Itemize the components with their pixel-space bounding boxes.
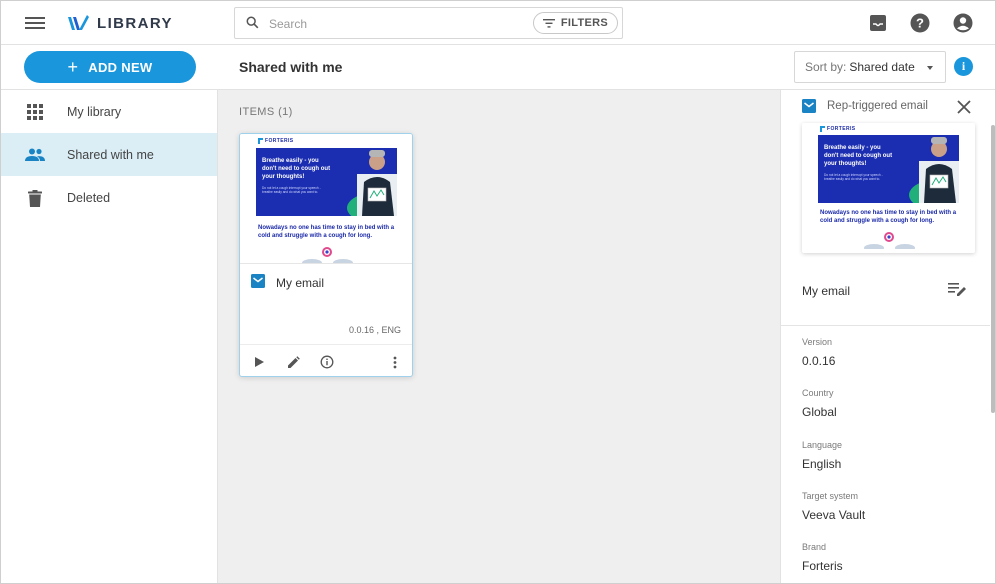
panel-divider [781, 325, 990, 326]
property-label: Language [802, 440, 843, 450]
property-label: Target system [802, 491, 859, 501]
email-headline: Breathe easily - you don't need to cough… [824, 145, 893, 167]
property-version: Version 0.0.16 [802, 337, 835, 368]
items-count: ITEMS (1) [239, 106, 293, 118]
property-label: Brand [802, 542, 827, 552]
plus-icon: + [67, 57, 79, 77]
panel-title: Rep-triggered email [827, 100, 928, 112]
sidebar-item-label: Deleted [67, 190, 111, 205]
details-panel: Rep-triggered email FORTERIS Breathe eas… [780, 90, 995, 583]
email-type-icon [802, 99, 816, 113]
app-logo[interactable]: LIBRARY [67, 10, 173, 36]
card-actions [240, 344, 412, 376]
property-brand: Brand Forteris [802, 542, 843, 573]
sub-toolbar: + ADD NEW Shared with me Sort by: Shared… [1, 45, 995, 90]
property-value: Global [802, 405, 837, 419]
sidebar-item-shared-with-me[interactable]: Shared with me [1, 133, 217, 176]
sort-value: Shared date [849, 60, 915, 74]
edit-icon[interactable] [285, 354, 301, 370]
property-value: 0.0.16 [802, 354, 836, 368]
email-thumbnail[interactable]: FORTERIS Breathe easily - you don't need… [240, 134, 412, 264]
email-body: Nowadays no one has time to stay in bed … [258, 225, 395, 239]
sidebar-item-deleted[interactable]: Deleted [1, 176, 217, 219]
account-icon[interactable] [952, 12, 974, 34]
sort-prefix: Sort by: [805, 60, 847, 74]
top-bar: LIBRARY FILTERS ? [1, 1, 995, 45]
property-target-system: Target system Veeva Vault [802, 491, 865, 522]
email-hero: Breathe easily - you don't need to cough… [256, 148, 397, 216]
hamburger-menu-icon[interactable] [25, 14, 45, 32]
property-value: English [802, 457, 842, 471]
item-card[interactable]: FORTERIS Breathe easily - you don't need… [239, 133, 413, 377]
filters-label: FILTERS [560, 17, 608, 29]
property-language: Language English [802, 440, 842, 471]
sidebar: My library Shared with me Deleted [1, 90, 218, 583]
page-title: Shared with me [239, 59, 343, 75]
email-body: Nowadays no one has time to stay in bed … [820, 210, 957, 224]
inbox-icon[interactable] [867, 12, 889, 34]
filters-button[interactable]: FILTERS [532, 12, 618, 34]
info-icon[interactable]: i [954, 57, 973, 76]
email-type-icon [251, 274, 265, 288]
email-brand-name: FORTERIS [827, 126, 856, 132]
add-new-button[interactable]: + ADD NEW [24, 51, 196, 83]
property-country: Country Global [802, 388, 837, 419]
card-title: My email [276, 276, 325, 290]
email-subline: Do not let a cough interrupt your speech… [824, 173, 883, 181]
email-brand-logo: FORTERIS [258, 138, 293, 144]
property-value: Forteris [802, 559, 843, 573]
people-icon [25, 145, 45, 165]
card-version-language: 0.0.16 , ENG [348, 325, 401, 335]
search-input[interactable] [269, 14, 529, 34]
email-decoration-icon [864, 232, 915, 249]
main-content: ITEMS (1) FORTERIS Breathe easily - you … [218, 90, 780, 583]
sidebar-item-label: Shared with me [67, 147, 154, 162]
panel-item-name: My email [802, 284, 851, 298]
email-brand-name: FORTERIS [265, 138, 294, 144]
search-icon [246, 16, 259, 29]
email-headline: Breathe easily - you don't need to cough… [262, 158, 331, 180]
grid-icon [25, 102, 45, 122]
add-new-label: ADD NEW [88, 59, 153, 75]
email-subline: Do not let a cough interrupt your speech… [262, 186, 321, 194]
sort-dropdown[interactable]: Sort by: Shared date [794, 51, 946, 83]
caret-down-icon [927, 66, 933, 70]
email-decoration-icon [302, 247, 353, 263]
panel-scrollbar[interactable] [991, 125, 995, 413]
email-hero: Breathe easily - you don't need to cough… [818, 135, 959, 203]
library-logo-icon [68, 15, 89, 30]
more-options-icon[interactable] [387, 354, 403, 370]
rename-icon[interactable] [948, 281, 968, 299]
filter-icon [542, 18, 555, 28]
panel-email-thumbnail[interactable]: FORTERIS Breathe easily - you don't need… [802, 123, 975, 253]
info-outline-icon[interactable] [319, 354, 335, 370]
help-icon[interactable]: ? [909, 12, 931, 34]
app-name: LIBRARY [97, 14, 173, 32]
forteris-logo-icon [820, 126, 825, 132]
play-icon[interactable] [251, 354, 267, 370]
forteris-logo-icon [258, 138, 263, 144]
close-icon[interactable] [956, 99, 972, 115]
property-label: Country [802, 388, 834, 398]
sidebar-item-label: My library [67, 104, 122, 119]
sidebar-item-my-library[interactable]: My library [1, 90, 217, 133]
property-value: Veeva Vault [802, 508, 866, 522]
trash-icon [25, 188, 45, 208]
property-label: Version [802, 337, 833, 347]
svg-text:?: ? [916, 16, 924, 31]
email-brand-logo: FORTERIS [820, 126, 855, 132]
search-box: FILTERS [234, 7, 623, 39]
